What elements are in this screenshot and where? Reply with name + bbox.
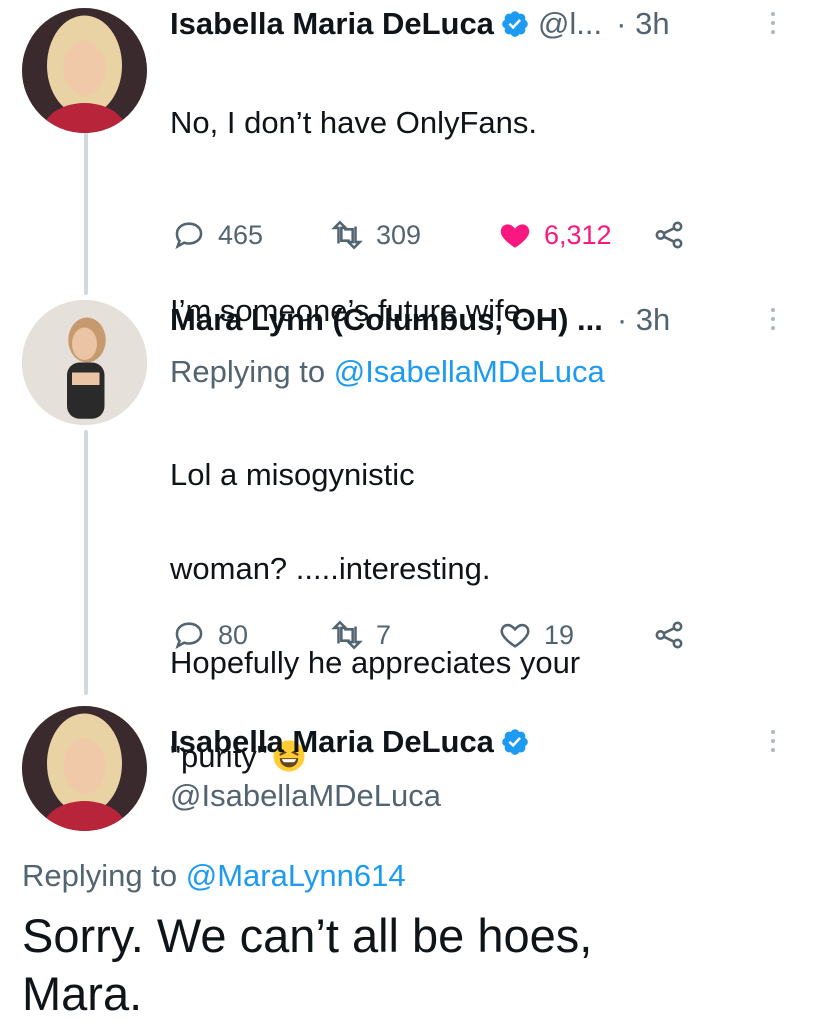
more-options-icon[interactable] [768, 12, 778, 34]
retweet-count: 309 [376, 220, 422, 250]
author-name[interactable]: Mara Lynn (Columbus, OH) ... [170, 300, 603, 340]
avatar[interactable] [22, 706, 147, 831]
retweet-count: 7 [376, 620, 392, 650]
replying-prefix: Replying to [170, 354, 326, 389]
retweet-icon [331, 620, 363, 650]
share-icon [655, 221, 683, 249]
mention-link[interactable]: @IsabellaMDeLuca [334, 354, 605, 389]
timestamp[interactable]: · 3h [616, 4, 669, 44]
heart-outline-icon [500, 623, 530, 648]
share-icon [655, 621, 683, 649]
reply-button[interactable]: 80 [172, 618, 248, 652]
tweet-text: Mara. [22, 967, 143, 1020]
more-options-icon[interactable] [768, 730, 778, 752]
replying-to: Replying to @IsabellaMDeLuca [170, 352, 605, 392]
reply-icon [175, 222, 203, 250]
avatar[interactable] [22, 8, 147, 133]
tweet-text: Sorry. We can’t all be hoes, [22, 909, 593, 962]
thread-line [84, 130, 88, 295]
retweet-icon [331, 220, 363, 250]
tweet-text: Lol a misogynistic woman? .....interesti… [170, 404, 580, 827]
timestamp[interactable]: · 3h [617, 300, 670, 340]
share-button[interactable] [652, 618, 698, 652]
mention-link[interactable]: @MaraLynn614 [186, 858, 406, 893]
tweet-line: Lol a misogynistic [170, 457, 415, 492]
replying-to: Replying to @MaraLynn614 [22, 856, 406, 896]
verified-badge-icon [502, 11, 528, 37]
reply-count: 80 [218, 620, 249, 650]
tweet-header: Isabella Maria DeLuca @l... · 3h [170, 4, 670, 44]
tweet-header: Isabella Maria DeLuca [170, 722, 530, 762]
share-button[interactable] [652, 218, 698, 252]
more-options-icon[interactable] [768, 308, 778, 330]
reply-icon [175, 622, 203, 650]
thread-line [84, 430, 88, 695]
heart-filled-icon [500, 224, 530, 248]
like-button[interactable]: 6,312 [498, 218, 612, 252]
author-handle[interactable]: @l... [538, 4, 602, 44]
like-count: 6,312 [544, 220, 612, 250]
like-count: 19 [544, 620, 575, 650]
reply-button[interactable]: 465 [172, 218, 263, 252]
tweet-header: Mara Lynn (Columbus, OH) ... · 3h [170, 300, 670, 340]
like-button[interactable]: 19 [498, 618, 574, 652]
author-handle[interactable]: @IsabellaMDeLuca [170, 778, 441, 814]
retweet-button[interactable]: 309 [330, 218, 421, 252]
retweet-button[interactable]: 7 [330, 618, 391, 652]
avatar[interactable] [22, 300, 147, 425]
reply-count: 465 [218, 220, 264, 250]
tweet-line: woman? .....interesting. [170, 551, 491, 586]
verified-badge-icon [502, 729, 528, 755]
author-name[interactable]: Isabella Maria DeLuca [170, 722, 494, 762]
tweet-line: No, I don’t have OnlyFans. [170, 105, 538, 140]
author-name[interactable]: Isabella Maria DeLuca [170, 4, 494, 44]
replying-prefix: Replying to [22, 858, 178, 893]
